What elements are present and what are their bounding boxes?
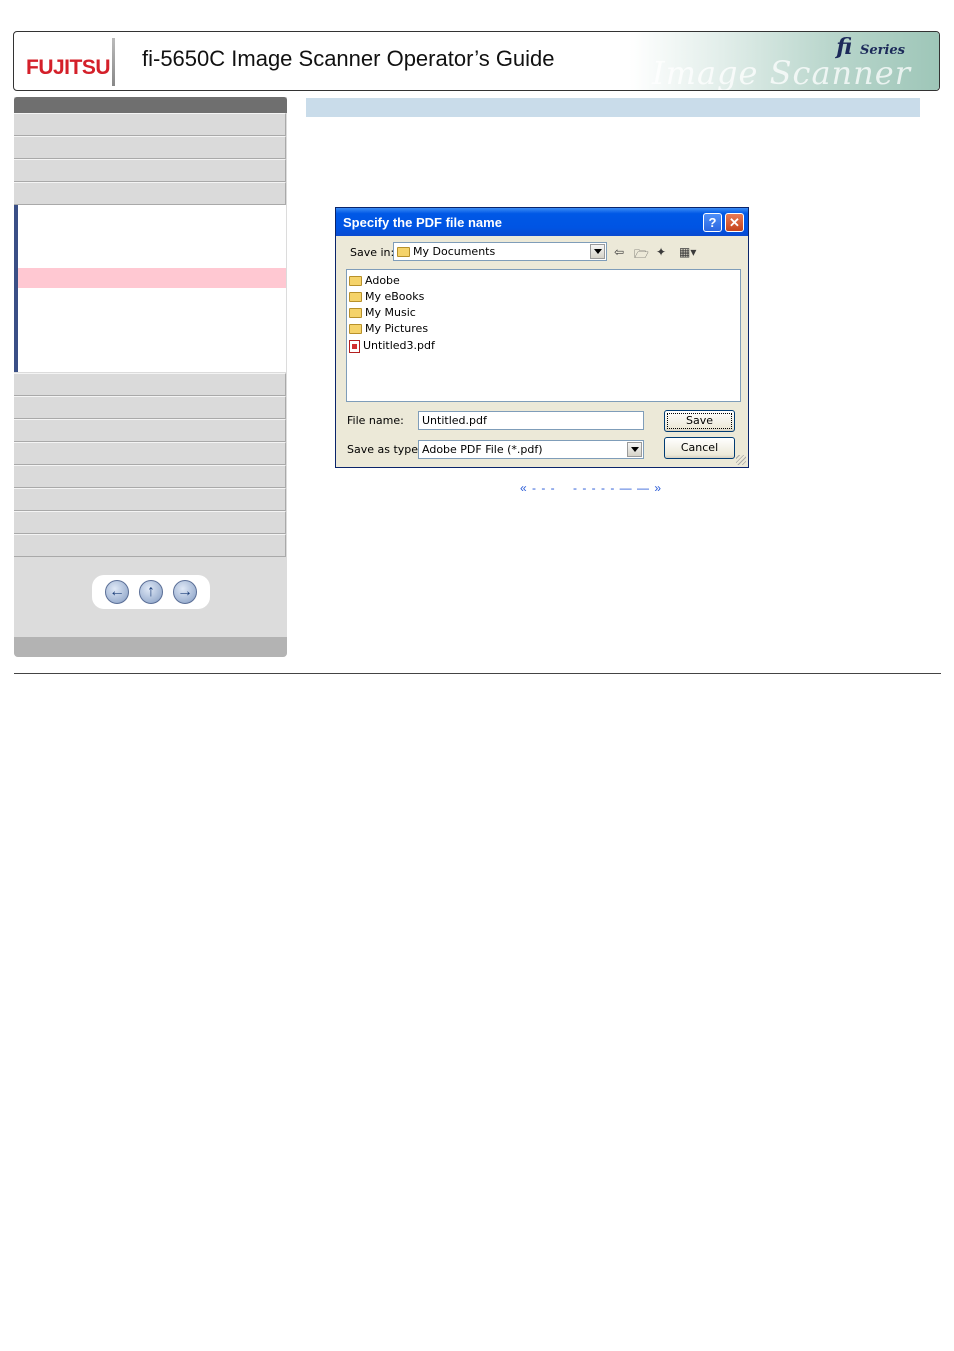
pictures-folder-icon (349, 324, 362, 334)
save-in-value: My Documents (413, 245, 496, 258)
forward-arrow-icon[interactable]: → (173, 580, 197, 604)
chevron-down-icon[interactable] (627, 442, 642, 457)
brand-series: fi Series (836, 34, 905, 60)
sidebar: ← ↑ → (14, 97, 287, 657)
list-item[interactable]: My Music (349, 305, 416, 320)
sidebar-item[interactable] (14, 113, 286, 136)
list-item[interactable]: Adobe (349, 273, 400, 288)
back-icon[interactable]: ⇦ (614, 245, 624, 259)
nav-button-group: ← ↑ → (92, 575, 210, 609)
close-button[interactable]: ✕ (725, 213, 744, 232)
chevron-down-icon[interactable] (590, 244, 605, 259)
sidebar-submenu (14, 205, 286, 372)
pdf-file-icon (349, 339, 360, 353)
brand-artwork: Image Scanner fi Series (629, 32, 939, 90)
view-menu-icon[interactable]: ▦▾ (679, 245, 696, 259)
file-name-input[interactable]: Untitled.pdf (418, 411, 644, 430)
file-list[interactable]: Adobe My eBooks My Music My Pictures Unt… (346, 269, 741, 402)
sidebar-subitem-active[interactable] (18, 268, 286, 288)
help-button[interactable]: ? (703, 213, 722, 232)
prev-page-link[interactable]: « - - - (520, 481, 556, 495)
save-button[interactable]: Save (664, 410, 735, 432)
list-item[interactable]: My Pictures (349, 321, 428, 336)
sidebar-item[interactable] (14, 136, 286, 159)
folder-icon (349, 276, 362, 286)
sidebar-item[interactable] (14, 465, 286, 488)
sidebar-item[interactable] (14, 442, 286, 465)
list-item[interactable]: My eBooks (349, 289, 424, 304)
sidebar-item[interactable] (14, 373, 286, 396)
sidebar-item[interactable] (14, 159, 286, 182)
resize-grip-icon[interactable] (736, 455, 746, 465)
up-arrow-icon[interactable]: ↑ (139, 580, 163, 604)
cancel-button[interactable]: Cancel (664, 437, 735, 459)
new-folder-icon[interactable]: ✦ (656, 245, 666, 259)
sidebar-item[interactable] (14, 511, 286, 534)
header-banner: FUJITSU fi-5650C Image Scanner Operator’… (13, 31, 940, 91)
page-navigation: « - - - - - - - - — — » (520, 481, 662, 495)
header-divider (112, 38, 115, 86)
page-title: fi-5650C Image Scanner Operator’s Guide (142, 46, 555, 71)
fujitsu-logo: FUJITSU (26, 44, 111, 80)
save-as-type-value: Adobe PDF File (*.pdf) (422, 443, 543, 456)
sidebar-item[interactable] (14, 534, 286, 557)
save-pdf-dialog: Specify the PDF file name ? ✕ Save in: M… (335, 207, 749, 468)
sidebar-header (14, 97, 287, 113)
section-heading-bar (306, 98, 920, 117)
save-as-type-label: Save as type: (347, 443, 422, 456)
back-arrow-icon[interactable]: ← (105, 580, 129, 604)
folder-icon (349, 292, 362, 302)
sidebar-item[interactable] (14, 396, 286, 419)
file-name-label: File name: (347, 414, 404, 427)
list-item[interactable]: Untitled3.pdf (349, 338, 435, 353)
dialog-title: Specify the PDF file name (343, 215, 502, 230)
save-in-label: Save in: (350, 246, 395, 259)
music-folder-icon (349, 308, 362, 318)
sidebar-item[interactable] (14, 488, 286, 511)
logo-text: FUJITSU (26, 56, 111, 79)
sidebar-footer (14, 637, 287, 657)
up-folder-icon[interactable]: 🗁 (634, 245, 649, 266)
footer-divider (14, 673, 941, 674)
dialog-titlebar[interactable]: Specify the PDF file name ? ✕ (336, 208, 748, 236)
sidebar-item[interactable] (14, 419, 286, 442)
next-page-link[interactable]: - - - - - — — » (573, 481, 662, 495)
save-in-dropdown[interactable]: My Documents (393, 242, 607, 261)
save-as-type-dropdown[interactable]: Adobe PDF File (*.pdf) (418, 440, 644, 459)
documents-folder-icon (397, 247, 410, 257)
sidebar-item[interactable] (14, 182, 286, 205)
